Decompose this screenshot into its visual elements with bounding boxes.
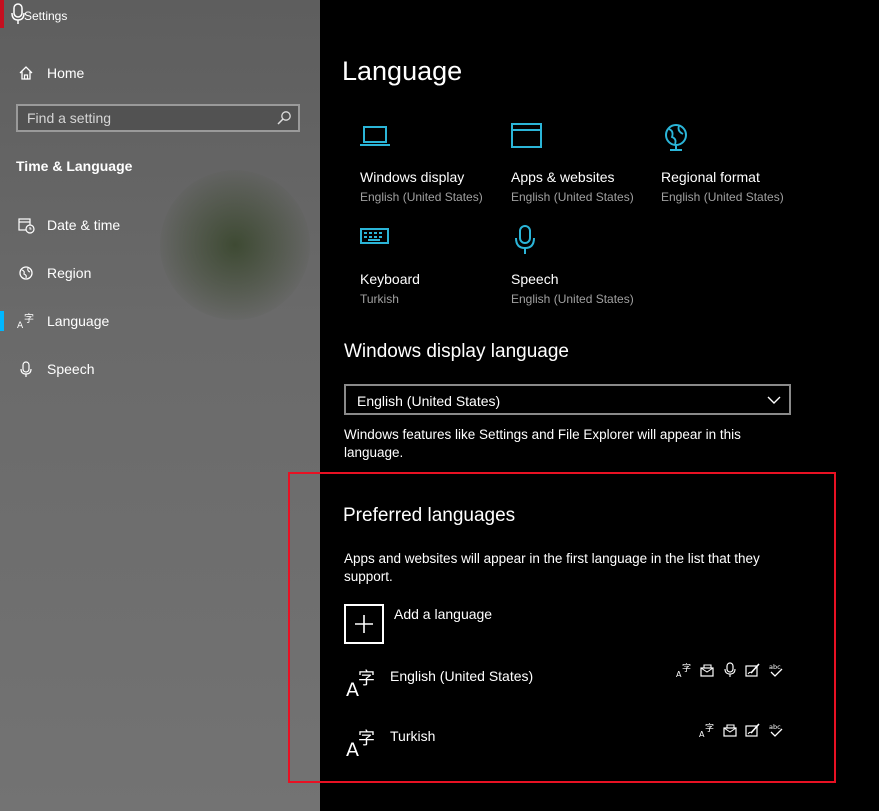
window-title: Settings: [24, 9, 68, 23]
language-icon: A字: [17, 312, 35, 330]
add-language-button[interactable]: [344, 604, 384, 644]
plus-icon: [355, 615, 373, 633]
language-item-turkish[interactable]: A 字 Turkish A字 abc: [344, 722, 794, 772]
search-box[interactable]: [16, 104, 300, 132]
svg-text:abc: abc: [769, 723, 781, 731]
home-icon: [17, 64, 35, 82]
tile-value: Turkish: [360, 292, 399, 306]
active-indicator: [0, 311, 4, 331]
sidebar-item-region[interactable]: Region: [0, 253, 320, 293]
sidebar: Settings Home Time & Language Date & tim…: [0, 0, 320, 811]
tile-label: Speech: [511, 271, 559, 287]
display-language-dropdown[interactable]: English (United States): [344, 384, 791, 415]
speech-recognition-icon: [724, 662, 736, 677]
language-name: Turkish: [390, 728, 436, 744]
tile-value: English (United States): [511, 292, 634, 306]
calendar-clock-icon: [17, 216, 35, 234]
sidebar-item-home[interactable]: Home: [0, 53, 320, 93]
display-language-heading: Windows display language: [344, 341, 569, 362]
laptop-icon: [360, 126, 390, 146]
spell-check-icon: abc: [769, 723, 783, 737]
sidebar-item-label: Language: [47, 313, 110, 329]
preferred-languages-heading: Preferred languages: [343, 505, 516, 526]
microphone-icon: [17, 360, 35, 378]
svg-text:字: 字: [705, 722, 714, 734]
title-accent: [0, 0, 4, 28]
search-icon[interactable]: [276, 110, 292, 126]
language-pack-icon: A字: [699, 722, 714, 738]
page-title: Language: [342, 56, 463, 86]
display-language-description: Windows features like Settings and File …: [344, 427, 741, 460]
tile-label: Regional format: [661, 169, 760, 185]
svg-text:字: 字: [682, 662, 691, 674]
add-language-label[interactable]: Add a language: [394, 606, 492, 622]
tile-value: English (United States): [511, 190, 634, 204]
handwriting-icon: [745, 723, 760, 737]
tile-keyboard[interactable]: Keyboard Turkish: [360, 225, 510, 315]
spell-check-icon: abc: [769, 663, 783, 677]
sidebar-item-label: Region: [47, 265, 92, 281]
tile-windows-display[interactable]: Windows display English (United States): [360, 123, 510, 213]
keyboard-icon: [360, 228, 389, 244]
microphone-icon: [515, 225, 535, 254]
handwriting-icon: [745, 663, 760, 677]
tile-regional-format[interactable]: Regional format English (United States): [661, 123, 811, 213]
dropdown-value: English (United States): [357, 393, 501, 409]
search-input[interactable]: [18, 109, 269, 127]
sidebar-item-label: Home: [47, 65, 85, 81]
sidebar-item-language[interactable]: A字 Language: [0, 301, 320, 341]
browser-window-icon: [511, 123, 542, 148]
chevron-down-icon: [767, 396, 781, 404]
language-pack-icon: A字: [676, 662, 691, 678]
sidebar-item-speech[interactable]: Speech: [0, 349, 320, 389]
language-icon: A 字: [346, 669, 375, 698]
tile-value: English (United States): [360, 190, 483, 204]
text-to-speech-icon: [723, 724, 737, 737]
tile-value: English (United States): [661, 190, 784, 204]
svg-text:字: 字: [358, 729, 375, 749]
tile-apps-websites[interactable]: Apps & websites English (United States): [511, 123, 661, 213]
tile-speech[interactable]: Speech English (United States): [511, 225, 661, 315]
preferred-languages-description: Apps and websites will appear in the fir…: [344, 551, 760, 584]
language-name: English (United States): [390, 668, 534, 684]
tile-label: Windows display: [360, 169, 465, 185]
tile-label: Keyboard: [360, 271, 420, 287]
svg-text:字: 字: [24, 312, 34, 325]
svg-text:字: 字: [358, 669, 375, 689]
sidebar-item-date-time[interactable]: Date & time: [0, 205, 320, 245]
globe-icon: [665, 124, 687, 151]
svg-text:A: A: [17, 321, 24, 330]
main-content: Language Windows display English (United…: [320, 0, 879, 811]
globe-icon: [17, 264, 35, 282]
sidebar-item-label: Speech: [47, 361, 95, 377]
title-bar: Settings: [0, 0, 320, 30]
background-blur: [160, 170, 310, 320]
svg-text:abc: abc: [769, 663, 781, 671]
sidebar-item-label: Date & time: [47, 217, 121, 233]
section-title: Time & Language: [16, 158, 133, 174]
tile-label: Apps & websites: [511, 169, 615, 185]
language-item-english[interactable]: A 字 English (United States) A字 abc: [344, 662, 794, 712]
text-to-speech-icon: [700, 664, 714, 677]
language-icon: A 字: [346, 729, 375, 758]
